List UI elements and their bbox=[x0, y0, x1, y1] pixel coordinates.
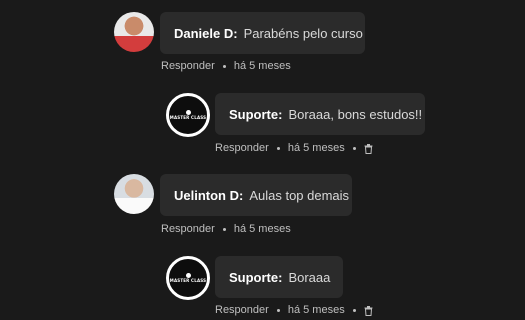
reply-button[interactable]: Responder bbox=[215, 304, 269, 316]
comment-text: Parabéns pelo curso bbox=[243, 25, 363, 41]
reply-button[interactable]: Responder bbox=[215, 142, 269, 154]
separator-dot bbox=[222, 64, 226, 68]
comment-author: Daniele D: bbox=[174, 25, 238, 41]
separator-dot bbox=[352, 146, 356, 150]
support-logo-text: MASTER CLASS bbox=[169, 278, 207, 283]
comment-bubble: Uelinton D: Aulas top demais bbox=[160, 174, 352, 216]
support-avatar[interactable]: MASTER CLASS bbox=[166, 93, 210, 137]
comment-author: Suporte: bbox=[229, 106, 283, 122]
comment-author: Uelinton D: bbox=[174, 187, 244, 203]
reply-button[interactable]: Responder bbox=[161, 60, 215, 72]
comment-bubble: Suporte: Boraaa, bons estudos!! bbox=[215, 93, 425, 135]
comment-author: Suporte: bbox=[229, 269, 283, 285]
comment-bubble: Suporte: Boraaa bbox=[215, 256, 343, 298]
support-avatar[interactable]: MASTER CLASS bbox=[166, 256, 210, 300]
separator-dot bbox=[276, 146, 280, 150]
comment-time: há 5 meses bbox=[287, 304, 345, 316]
avatar-daniele[interactable] bbox=[114, 12, 154, 52]
comment-text: Aulas top demais bbox=[249, 187, 350, 203]
comment-text: Boraaa, bons estudos!! bbox=[288, 106, 423, 122]
comment-meta: Responder há 5 meses bbox=[215, 303, 373, 317]
support-logo-text: MASTER CLASS bbox=[169, 115, 207, 120]
comment-bubble: Daniele D: Parabéns pelo curso bbox=[160, 12, 365, 54]
separator-dot bbox=[222, 227, 226, 231]
comment-meta: Responder há 5 meses bbox=[215, 141, 373, 155]
trash-icon[interactable] bbox=[364, 305, 373, 316]
trash-icon[interactable] bbox=[364, 143, 373, 154]
comment-time: há 5 meses bbox=[287, 142, 345, 154]
separator-dot bbox=[352, 308, 356, 312]
comment-meta: Responder há 5 meses bbox=[161, 222, 291, 236]
avatar-uelinton[interactable] bbox=[114, 174, 154, 214]
comment-text: Boraaa bbox=[288, 269, 331, 285]
comment-meta: Responder há 5 meses bbox=[161, 59, 291, 73]
comment-time: há 5 meses bbox=[233, 60, 291, 72]
reply-button[interactable]: Responder bbox=[161, 223, 215, 235]
comment-time: há 5 meses bbox=[233, 223, 291, 235]
separator-dot bbox=[276, 308, 280, 312]
